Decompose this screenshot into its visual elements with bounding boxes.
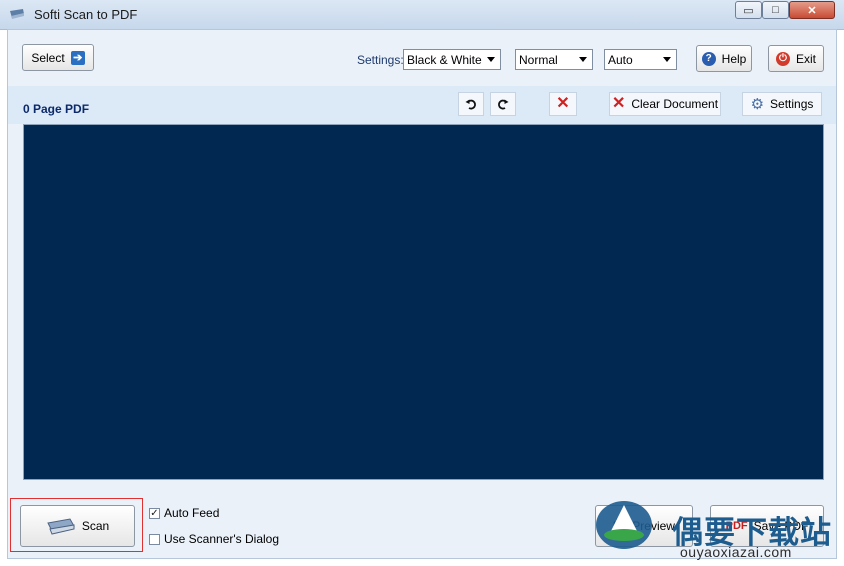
chevron-down-icon [487, 57, 495, 62]
maximize-icon: □ [772, 4, 779, 16]
scanner-dialog-label: Use Scanner's Dialog [164, 532, 280, 546]
delete-page-button[interactable]: ✕ [549, 92, 577, 116]
minimize-button[interactable]: ▭ [735, 1, 762, 19]
page-preview-area[interactable] [23, 124, 824, 480]
main-panel: Select ➔ Settings: Black & White Normal … [7, 29, 837, 559]
scanner-icon [47, 518, 75, 535]
select-label: Select [31, 50, 65, 65]
chevron-down-icon [663, 57, 671, 62]
power-icon: ⏻ [775, 51, 790, 66]
exit-button[interactable]: ⏻ Exit [768, 45, 824, 72]
minimize-icon: ▭ [743, 4, 754, 17]
window-title: Softi Scan to PDF [34, 7, 138, 22]
quality-value: Normal [519, 52, 558, 67]
color-mode-dropdown[interactable]: Black & White [403, 49, 501, 70]
arrow-right-icon: ➔ [70, 50, 85, 65]
document-toolbar: 0 Page PDF ✕ ✕ Clear Document ⚙ Settings [8, 86, 836, 124]
page-count: 0 Page PDF [23, 102, 90, 116]
rotate-left-icon [465, 99, 476, 110]
color-mode-value: Black & White [407, 52, 482, 67]
scan-label: Scan [81, 519, 110, 533]
help-button[interactable]: ? Help [696, 45, 752, 72]
auto-feed-label: Auto Feed [164, 506, 220, 520]
clear-icon: ✕ [611, 95, 626, 112]
checkbox-unchecked-icon [149, 533, 160, 545]
maximize-button[interactable]: □ [762, 1, 789, 19]
rotate-right-button[interactable] [490, 92, 516, 116]
select-button[interactable]: Select ➔ [22, 44, 94, 71]
close-button[interactable]: ✕ [789, 1, 835, 19]
document-settings-label: Settings [770, 97, 814, 111]
scanner-dialog-checkbox[interactable]: Use Scanner's Dialog [149, 532, 279, 546]
document-settings-button[interactable]: ⚙ Settings [742, 92, 822, 116]
close-icon: ✕ [807, 4, 817, 17]
scan-button[interactable]: Scan [20, 505, 135, 547]
exit-label: Exit [795, 51, 816, 66]
chevron-down-icon [579, 57, 587, 62]
size-value: Auto [608, 52, 633, 67]
rotate-left-button[interactable] [458, 92, 484, 116]
title-bar: Softi Scan to PDF ▭ □ ✕ [0, 0, 844, 30]
scanner-app-icon [10, 9, 24, 19]
settings-label: Settings: [357, 53, 404, 67]
clear-document-label: Clear Document [631, 97, 719, 111]
gear-icon: ⚙ [750, 95, 765, 113]
delete-icon: ✕ [556, 95, 570, 112]
watermark-url: ouyaoxiazai.com [680, 544, 792, 560]
checkbox-checked-icon: ✓ [149, 507, 160, 519]
quality-dropdown[interactable]: Normal [515, 49, 593, 70]
size-dropdown[interactable]: Auto [604, 49, 677, 70]
clear-document-button[interactable]: ✕ Clear Document [609, 92, 721, 116]
rotate-right-icon [498, 99, 509, 110]
auto-feed-checkbox[interactable]: ✓ Auto Feed [149, 506, 219, 520]
help-label: Help [721, 51, 747, 66]
help-icon: ? [701, 51, 716, 66]
